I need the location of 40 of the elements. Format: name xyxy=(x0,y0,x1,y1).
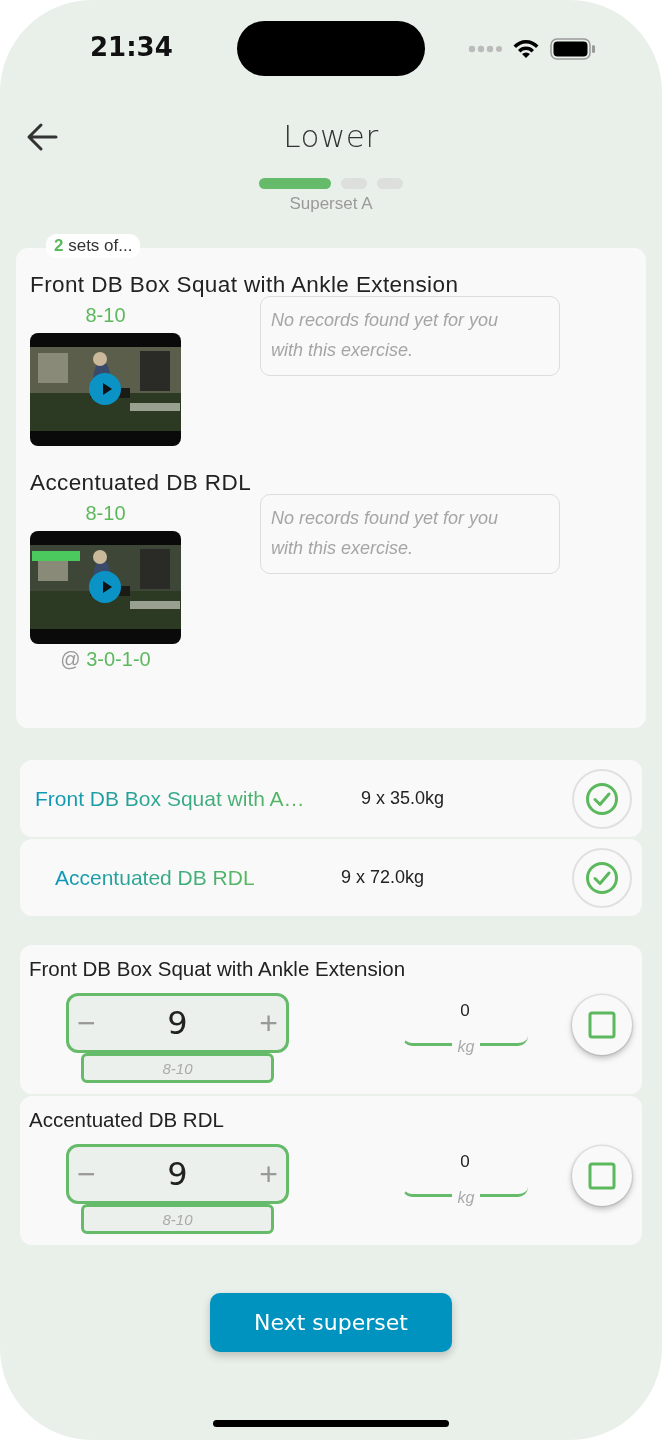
play-icon xyxy=(101,581,112,593)
target-range: 8-10 xyxy=(81,1053,274,1083)
checkmark-circle-icon xyxy=(585,781,619,816)
plus-button[interactable]: + xyxy=(255,1007,282,1039)
reps-text: 8-10 xyxy=(85,502,126,525)
exercise-title: Front DB Box Squat with Ankle Extension xyxy=(30,272,460,298)
page-title: Lower xyxy=(283,118,379,154)
signal-icon xyxy=(468,45,502,53)
checkbox-button[interactable] xyxy=(572,1146,632,1206)
reps-stepper[interactable]: − 9 + xyxy=(66,1144,289,1204)
weight-field[interactable]: 0 kg xyxy=(402,1001,528,1057)
play-icon xyxy=(101,383,112,395)
checkbox-button[interactable] xyxy=(572,995,632,1055)
checkbox-icon xyxy=(588,1162,616,1190)
exercise-name: Accentuated DB RDL xyxy=(29,1108,224,1131)
exercise-title: Accentuated DB RDL xyxy=(30,470,253,496)
records-note: No records found yet for you with this exercise. xyxy=(260,296,560,376)
checkbox-icon xyxy=(588,1011,616,1039)
next-superset-button[interactable]: Next superset xyxy=(210,1293,452,1352)
sets-badge: 2 sets of... xyxy=(46,234,141,258)
back-arrow-icon xyxy=(26,122,58,152)
wifi-icon xyxy=(512,39,540,59)
minus-button[interactable]: − xyxy=(73,1158,100,1190)
reps-value: 9 xyxy=(167,1004,188,1042)
battery-icon xyxy=(550,38,596,60)
target-range: 8-10 xyxy=(81,1204,274,1234)
plus-button[interactable]: + xyxy=(255,1158,282,1190)
set-result: 9 x 35.0kg xyxy=(361,788,445,809)
reps-text: 8-10 xyxy=(85,304,126,327)
reps-value: 9 xyxy=(167,1155,188,1193)
weight-field[interactable]: 0 kg xyxy=(402,1152,528,1208)
set-result: 9 x 72.0kg xyxy=(341,867,425,888)
status-time: 21:34 xyxy=(90,32,173,62)
superset-label: Superset A xyxy=(289,194,373,214)
checkmark-circle-icon xyxy=(585,860,619,895)
minus-button[interactable]: − xyxy=(73,1007,100,1039)
exercise-name: Front DB Box Squat with Ankle Extension xyxy=(29,957,406,980)
reps-stepper[interactable]: − 9 + xyxy=(66,993,289,1053)
records-note: No records found yet for you with this exercise. xyxy=(260,494,560,574)
tempo-text: @ 3-0-1-0 xyxy=(60,648,151,671)
